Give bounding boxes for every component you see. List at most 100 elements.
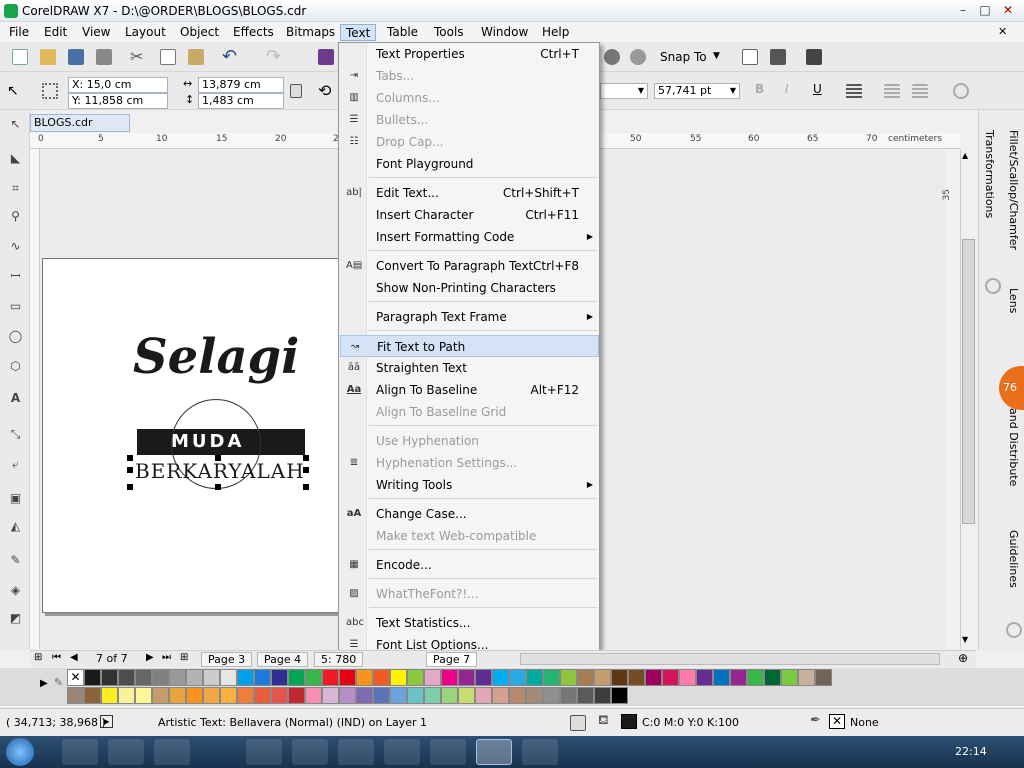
- print-icon[interactable]: [96, 49, 112, 65]
- menu-bitmaps[interactable]: Bitmaps: [281, 24, 340, 41]
- interactive-fill-icon[interactable]: ◈: [7, 582, 24, 599]
- menu-item-bullets[interactable]: ☰ Bullets...: [340, 109, 599, 131]
- color-swatch[interactable]: [594, 687, 611, 704]
- view-icon[interactable]: [604, 49, 620, 65]
- menu-item-drop-cap[interactable]: ☷ Drop Cap...: [340, 131, 599, 153]
- color-swatch[interactable]: [560, 687, 577, 704]
- color-swatch[interactable]: [237, 669, 254, 686]
- menu-item-paragraph-text-frame[interactable]: Paragraph Text Frame ▶: [340, 306, 599, 328]
- color-swatch[interactable]: [254, 669, 271, 686]
- color-swatch[interactable]: [186, 669, 203, 686]
- color-swatch[interactable]: [407, 687, 424, 704]
- menu-item-hyphenation-settings[interactable]: ≣ Hyphenation Settings...: [340, 452, 599, 474]
- menu-tools[interactable]: Tools: [429, 24, 469, 41]
- menu-item-edit-text[interactable]: ab| Edit Text... Ctrl+Shift+T: [340, 182, 599, 204]
- color-swatch[interactable]: [696, 669, 713, 686]
- color-swatch[interactable]: [781, 669, 798, 686]
- color-swatch[interactable]: [271, 669, 288, 686]
- color-swatch[interactable]: [679, 669, 696, 686]
- x-position-field[interactable]: X: 15,0 cm: [68, 77, 168, 93]
- lock-ratio-icon[interactable]: [290, 84, 302, 98]
- color-swatch[interactable]: [475, 687, 492, 704]
- underline-icon[interactable]: U: [813, 82, 822, 96]
- zoom-icon[interactable]: ⊕: [958, 651, 968, 665]
- color-swatch[interactable]: [203, 669, 220, 686]
- menu-item-insert-character[interactable]: Insert Character Ctrl+F11: [340, 204, 599, 226]
- smart-fill-icon[interactable]: ◩: [7, 610, 24, 627]
- doc-close-icon[interactable]: ✕: [998, 25, 1007, 38]
- rotate-icon[interactable]: ⟲: [318, 81, 331, 100]
- text-properties-icon[interactable]: [953, 83, 969, 99]
- color-swatch[interactable]: [322, 687, 339, 704]
- shape-tool-icon[interactable]: ◣: [7, 150, 24, 167]
- menu-view[interactable]: View: [77, 24, 115, 41]
- color-swatch[interactable]: [305, 669, 322, 686]
- docker-options-icon[interactable]: [1006, 622, 1022, 638]
- taskbar-chrome-icon[interactable]: [384, 739, 420, 765]
- scroll-down-icon[interactable]: ▼: [962, 635, 968, 644]
- freehand-tool-icon[interactable]: ∿: [7, 238, 24, 255]
- pick-tool-icon[interactable]: ↖: [7, 83, 19, 99]
- swatch-grid[interactable]: ✕: [0, 668, 1024, 706]
- last-page-icon[interactable]: ⏭: [162, 652, 171, 663]
- color-swatch[interactable]: [492, 687, 509, 704]
- color-swatch[interactable]: [237, 687, 254, 704]
- selection-handle[interactable]: [215, 484, 221, 490]
- docker-tab-transformations[interactable]: Transformations: [983, 130, 996, 218]
- menu-item-insert-formatting-code[interactable]: Insert Formatting Code ▶: [340, 226, 599, 248]
- add-page-icon[interactable]: ⊞: [34, 652, 42, 663]
- options-icon[interactable]: [742, 49, 758, 65]
- page-tab-active[interactable]: Page 7: [426, 652, 478, 667]
- object-origin-icon[interactable]: [42, 83, 58, 99]
- menu-item-change-case[interactable]: aA Change Case...: [340, 503, 599, 525]
- color-swatch[interactable]: [288, 669, 305, 686]
- color-swatch[interactable]: [373, 669, 390, 686]
- color-swatch[interactable]: [458, 687, 475, 704]
- color-swatch[interactable]: [169, 687, 186, 704]
- width-field[interactable]: 13,879 cm: [198, 77, 284, 93]
- color-swatch[interactable]: [305, 687, 322, 704]
- color-swatch[interactable]: [662, 669, 679, 686]
- color-swatch[interactable]: [611, 669, 628, 686]
- close-button[interactable]: ✕: [998, 2, 1018, 19]
- docker-tab-fillet[interactable]: Fillet/Scallop/Chamfer: [1007, 130, 1020, 250]
- text-tool-icon[interactable]: A: [7, 390, 24, 407]
- selection-handle[interactable]: [303, 484, 309, 490]
- wireframe-view-icon[interactable]: [630, 49, 646, 65]
- maximize-button[interactable]: □: [975, 2, 995, 19]
- page-tab[interactable]: 5: 780: [314, 652, 364, 667]
- page-tab[interactable]: Page 3: [201, 652, 253, 667]
- color-swatch[interactable]: [220, 687, 237, 704]
- page-tab[interactable]: Page 4: [257, 652, 309, 667]
- artwork-berkaryalah[interactable]: BERKARYALAH: [135, 459, 305, 483]
- color-swatch[interactable]: [713, 669, 730, 686]
- color-swatch[interactable]: [373, 687, 390, 704]
- taskbar-app-icon[interactable]: [522, 739, 558, 765]
- zoom-tool-icon[interactable]: ⚲: [7, 208, 24, 225]
- menu-table[interactable]: Table: [382, 24, 423, 41]
- menu-edit[interactable]: Edit: [39, 24, 72, 41]
- color-swatch[interactable]: [288, 687, 305, 704]
- color-swatch[interactable]: [152, 687, 169, 704]
- menu-item-convert-to-paragraph[interactable]: A▤ Convert To Paragraph Text Ctrl+F8: [340, 255, 599, 277]
- selection-handle[interactable]: [127, 484, 133, 490]
- new-document-icon[interactable]: [12, 49, 28, 65]
- height-field[interactable]: 1,483 cm: [198, 93, 284, 109]
- welcome-screen-icon[interactable]: [806, 49, 822, 65]
- menu-window[interactable]: Window: [476, 24, 533, 41]
- menu-layout[interactable]: Layout: [120, 24, 171, 41]
- color-swatch[interactable]: [594, 669, 611, 686]
- color-swatch[interactable]: [390, 669, 407, 686]
- menu-effects[interactable]: Effects: [228, 24, 279, 41]
- color-swatch[interactable]: [509, 687, 526, 704]
- menu-item-align-to-baseline-grid[interactable]: Align To Baseline Grid: [340, 401, 599, 423]
- menu-item-align-to-baseline[interactable]: Aa Align To Baseline Alt+F12: [340, 379, 599, 401]
- italic-icon[interactable]: I: [785, 82, 789, 96]
- color-swatch[interactable]: ✕: [67, 669, 84, 686]
- ellipse-tool-icon[interactable]: ◯: [7, 328, 24, 345]
- menu-item-fit-text-to-path[interactable]: ↝ Fit Text to Path: [340, 335, 599, 357]
- play-icon[interactable]: ▶: [100, 715, 113, 728]
- document-page[interactable]: Selagi MUDA BERKARYALAH: [42, 258, 342, 613]
- color-swatch[interactable]: [118, 687, 135, 704]
- color-swatch[interactable]: [798, 669, 815, 686]
